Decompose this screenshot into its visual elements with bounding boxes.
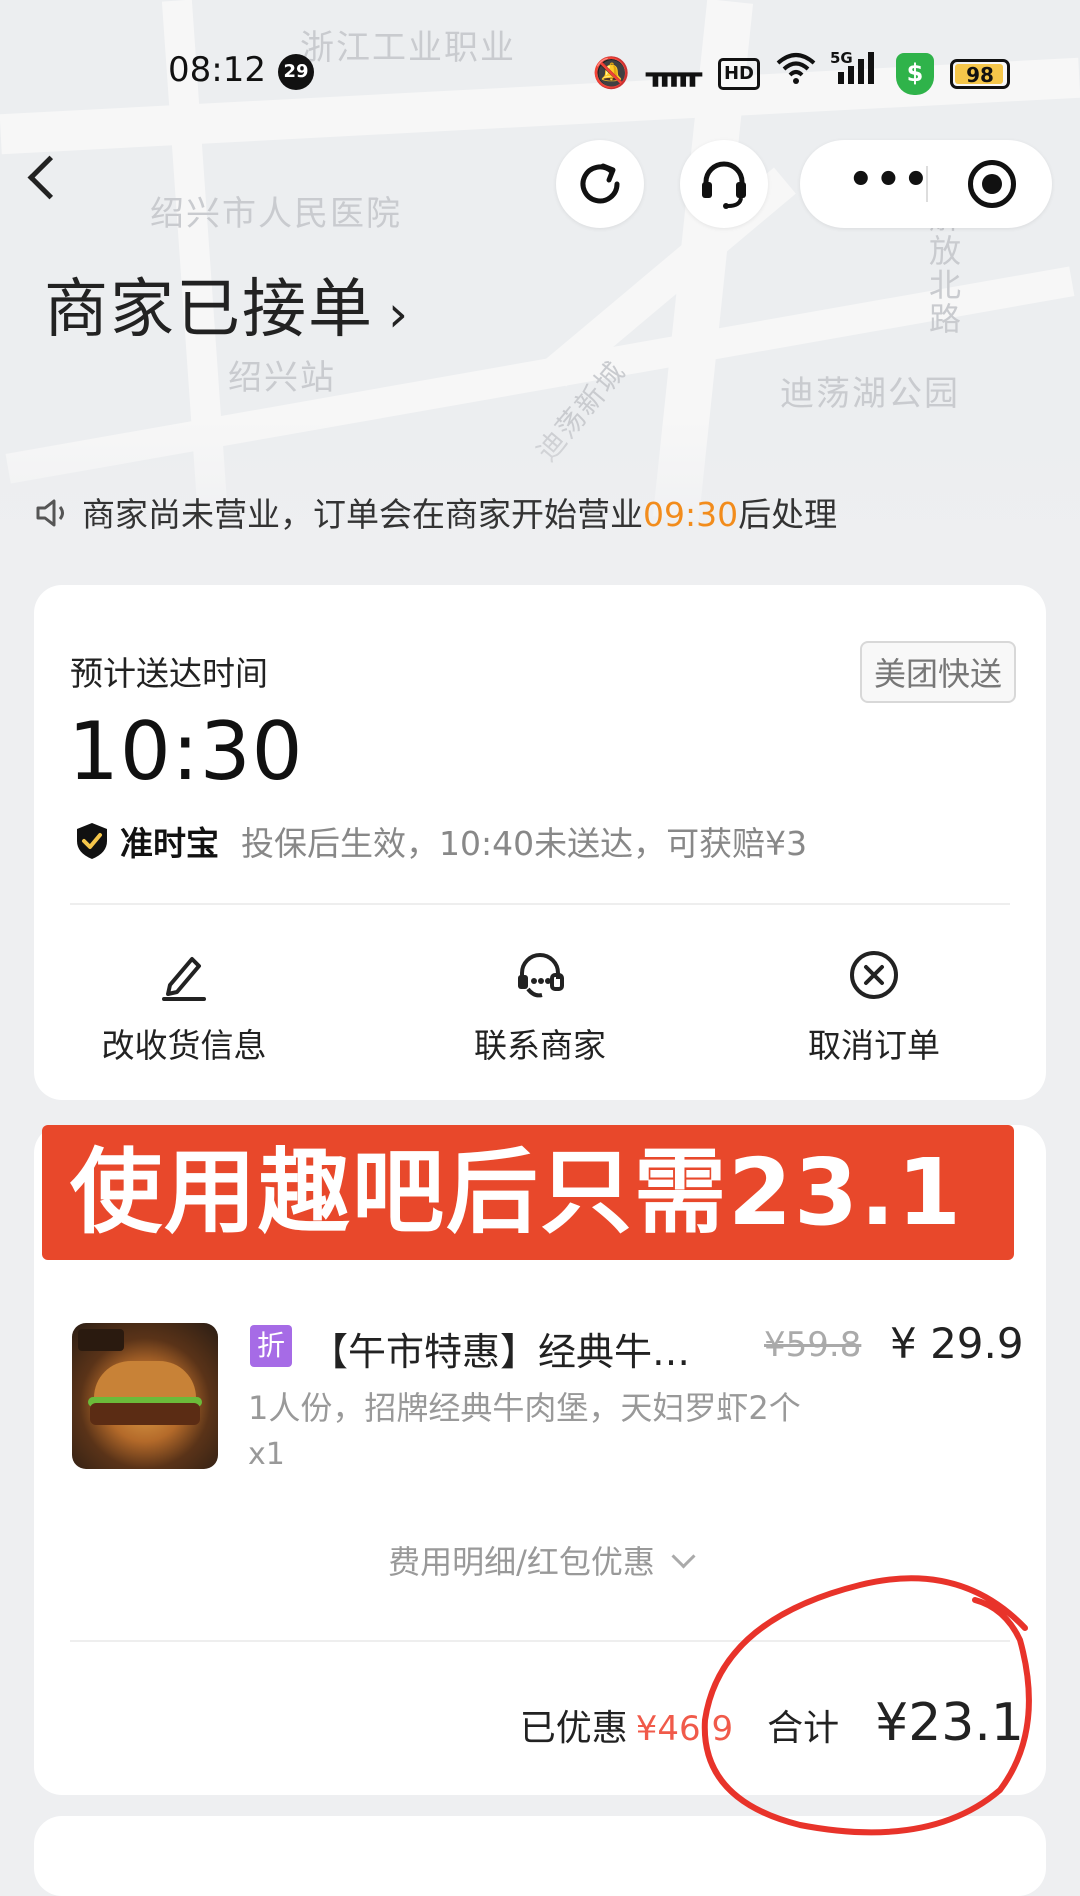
delivery-card: 预计送达时间 10:30 美团快送 准时宝 投保后生效，10:40未送达，可获赔… (34, 585, 1046, 1100)
chat-icon (510, 945, 570, 1005)
fee-detail-toggle[interactable]: 费用明细/红包优惠 (34, 1537, 1046, 1583)
speaker-icon (34, 497, 72, 536)
headset-icon (702, 161, 746, 209)
fee-detail-label: 费用明细/红包优惠 (388, 1543, 655, 1581)
status-bar: 08:12 29 🔕 ᚅ HD 5G $ 98 (0, 40, 1080, 100)
mute-icon: 🔕 (592, 55, 630, 91)
item-original-price: ¥59.8 (764, 1325, 862, 1365)
shield-check-icon (77, 823, 107, 859)
chevron-right-icon: › (388, 285, 410, 343)
notice-suffix: 后处理 (738, 495, 838, 534)
divider (70, 903, 1010, 905)
notice-text: 商家尚未营业，订单会在商家开始营业 (82, 495, 643, 534)
ontime-desc: 投保后生效，10:40未送达，可获赔¥3 (241, 824, 808, 863)
cancel-order-button[interactable]: 取消订单 (724, 945, 1024, 1067)
back-button[interactable] (18, 150, 72, 210)
action-label: 改收货信息 (101, 1026, 267, 1065)
back-icon (27, 155, 72, 200)
security-shield-icon: $ (896, 52, 934, 95)
network-type-label: 5G (830, 49, 853, 67)
more-icon[interactable]: ••• (848, 160, 931, 200)
battery-level: 98 (966, 62, 994, 87)
chevron-down-icon (671, 1544, 696, 1569)
total-label: 合计 (767, 1708, 840, 1749)
merchant-notice: 商家尚未营业，订单会在商家开始营业09:30后处理 (34, 488, 837, 536)
next-card (34, 1816, 1046, 1896)
saved-label: 已优惠 (519, 1708, 628, 1749)
burger-image[interactable] (72, 1323, 218, 1469)
total-row: 已优惠 ¥46.9 合计 ¥23.1 (520, 1693, 1024, 1753)
refresh-icon (580, 163, 620, 204)
saved-value: ¥46.9 (635, 1709, 734, 1749)
notification-badge: 29 (278, 54, 314, 90)
edit-icon (154, 945, 214, 1005)
edit-address-button[interactable]: 改收货信息 (34, 945, 334, 1067)
refresh-button[interactable] (556, 140, 644, 228)
action-label: 取消订单 (808, 1026, 940, 1065)
target-icon[interactable] (968, 160, 1016, 208)
cellular-signal-icon: 5G (830, 49, 880, 97)
status-icons: 🔕 ᚅ HD 5G $ 98 (592, 49, 1010, 97)
contact-merchant-button[interactable]: 联系商家 (390, 945, 690, 1067)
item-price: ¥ 29.9 (890, 1319, 1024, 1368)
promo-banner: 使用趣吧后只需23.1 (42, 1125, 1014, 1260)
wifi-icon (776, 51, 816, 96)
cancel-icon (844, 945, 904, 1005)
hd-icon: HD (717, 57, 760, 90)
ontime-guarantee[interactable]: 准时宝 投保后生效，10:40未送达，可获赔¥3 (74, 817, 807, 865)
total-value: ¥23.1 (875, 1693, 1024, 1753)
mini-program-capsule: ••• (800, 140, 1052, 228)
map-label: 绍兴站 (228, 358, 336, 398)
eta-time: 10:30 (68, 705, 304, 798)
divider (70, 1640, 1010, 1642)
item-description: 1人份，招牌经典牛肉堡，天妇罗虾2个 (248, 1389, 801, 1427)
bluetooth-icon: ᚅ (645, 55, 702, 91)
customer-service-button[interactable] (680, 140, 768, 228)
notice-time: 09:30 (643, 495, 739, 534)
status-time: 08:12 (168, 50, 266, 90)
courier-tag: 美团快送 (859, 641, 1016, 703)
map-label: 绍兴市人民医院 (150, 194, 402, 234)
order-status-title[interactable]: 商家已接单 › (44, 258, 410, 350)
action-label: 联系商家 (474, 1026, 606, 1065)
discount-tag: 折 (250, 1325, 292, 1367)
item-quantity: x1 (248, 1437, 285, 1472)
ontime-name: 准时宝 (120, 824, 219, 863)
battery-icon: 98 (950, 58, 1010, 89)
map-label: 迪荡湖公园 (780, 374, 960, 414)
order-status-text: 商家已接单 (44, 273, 374, 347)
eta-label: 预计送达时间 (70, 654, 268, 693)
order-items-card: 使用趣吧后只需23.1 折 【午市特惠】经典牛… ¥59.8 ¥ 29.9 1人… (34, 1125, 1046, 1795)
item-name[interactable]: 【午市特惠】经典牛… (310, 1321, 750, 1376)
